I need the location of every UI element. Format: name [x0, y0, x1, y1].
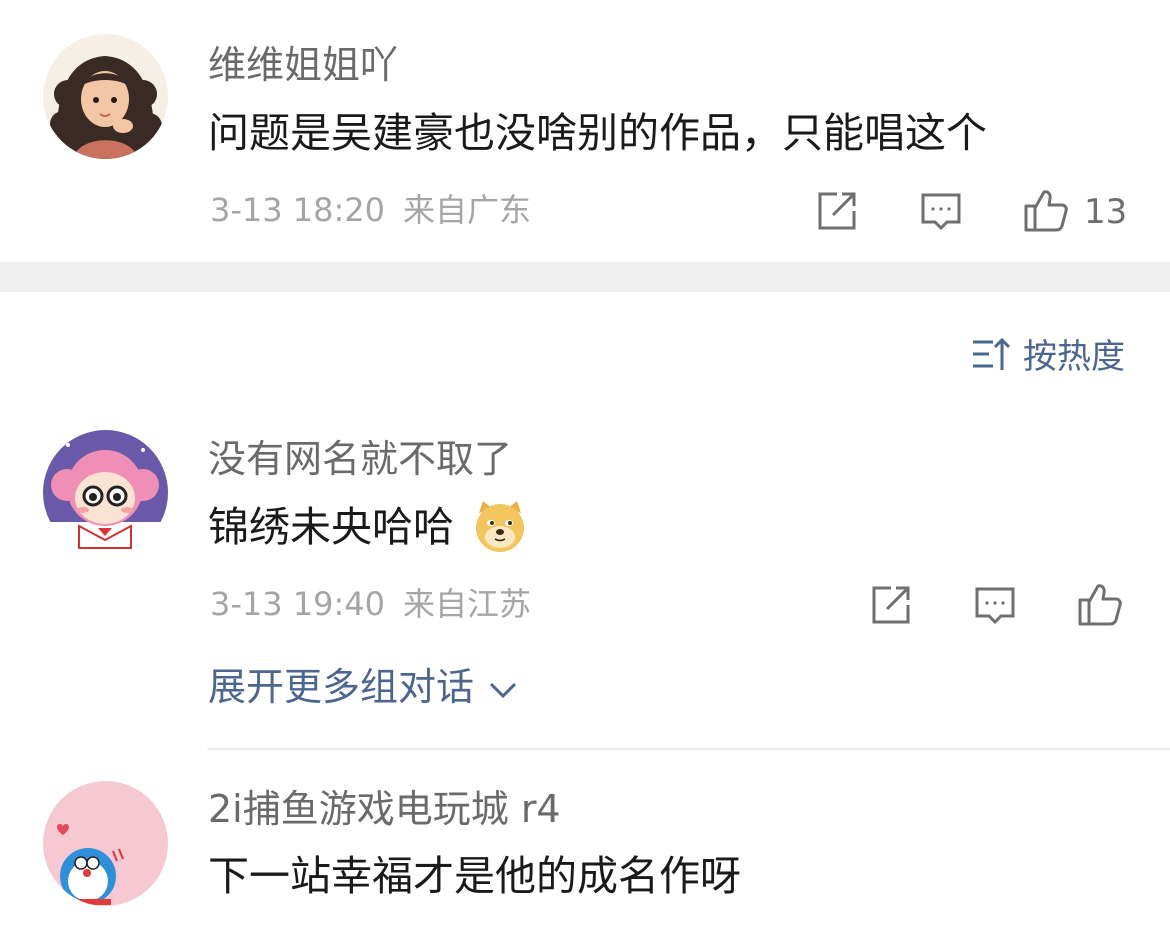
repost-button[interactable]	[869, 583, 913, 627]
comment-text: 锦绣未央哈哈	[208, 501, 527, 557]
comment-location: 来自广东	[403, 191, 532, 229]
comment-meta: 3-13 18:20 来自广东	[210, 194, 531, 226]
expand-more-conversations-link[interactable]: 展开更多组对话	[208, 668, 518, 706]
avatar[interactable]	[43, 34, 168, 159]
username[interactable]: 2i捕鱼游戏电玩城 r4	[208, 790, 561, 828]
repost-button[interactable]	[815, 189, 859, 233]
avatar[interactable]	[43, 781, 168, 906]
username[interactable]: 没有网名就不取了	[208, 440, 512, 478]
comment-list: 维维姐姐吖 问题是吴建豪也没啥别的作品，只能唱这个 3-13 18:20 来自广东	[0, 0, 1170, 930]
comment-time: 3-13 18:20	[210, 191, 386, 229]
sort-by-heat-button[interactable]: 按热度	[971, 336, 1125, 378]
like-icon	[1022, 186, 1070, 234]
comment-icon	[919, 190, 963, 234]
repost-icon	[815, 189, 859, 233]
like-icon	[1076, 580, 1124, 628]
sort-label: 按热度	[1023, 337, 1125, 377]
comment-meta: 3-13 19:40 来自江苏	[210, 588, 531, 620]
comment-text: 下一站幸福才是他的成名作呀	[208, 852, 741, 900]
like-button[interactable]	[1076, 580, 1124, 628]
repost-icon	[869, 583, 913, 627]
section-divider	[0, 262, 1170, 292]
chevron-down-icon	[488, 668, 518, 706]
comment-button[interactable]	[919, 190, 963, 234]
doge-emoji-icon	[473, 499, 527, 553]
like-button[interactable]: 13	[1022, 186, 1127, 234]
comment-button[interactable]	[973, 584, 1017, 628]
comment-text-body: 锦绣未央哈哈	[208, 503, 454, 551]
comment-location: 来自江苏	[403, 585, 532, 623]
sort-icon	[971, 336, 1011, 378]
avatar[interactable]	[43, 430, 168, 555]
username[interactable]: 维维姐姐吖	[208, 46, 398, 84]
comment-text: 问题是吴建豪也没啥别的作品，只能唱这个	[208, 109, 987, 157]
comment-time: 3-13 19:40	[210, 585, 386, 623]
expand-label: 展开更多组对话	[208, 665, 475, 709]
like-count: 13	[1084, 192, 1128, 232]
comment-separator	[207, 748, 1170, 750]
comment-icon	[973, 584, 1017, 628]
